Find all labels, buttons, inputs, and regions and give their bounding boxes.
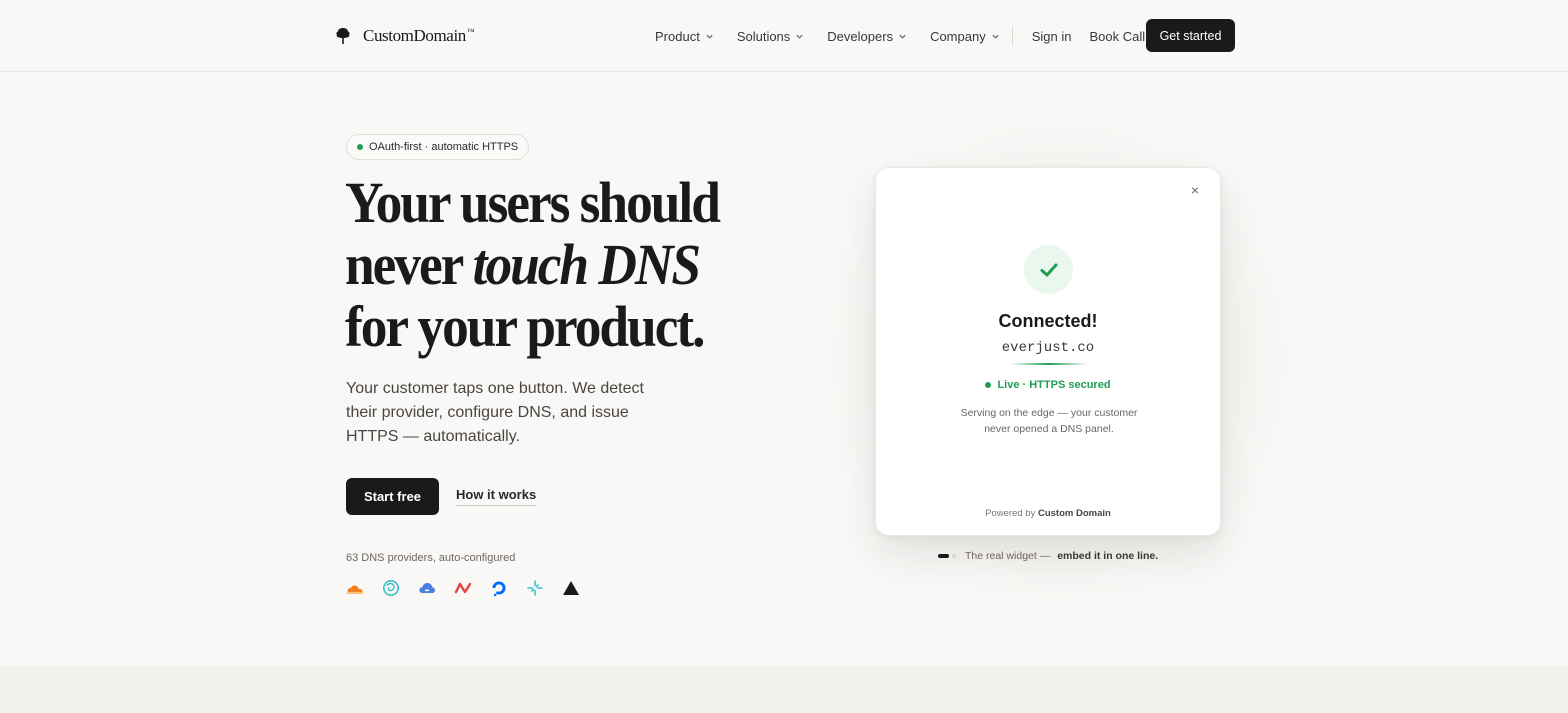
powered-by: Powered by Custom Domain: [876, 508, 1220, 519]
menu-developers[interactable]: Developers: [827, 29, 907, 44]
powered-prefix: Powered by: [985, 508, 1038, 519]
menu-company-label: Company: [930, 28, 986, 44]
menu-divider: [1011, 26, 1013, 46]
status-title: Connected!: [998, 311, 1098, 331]
main-menu: Product Solutions Developers Company Sig…: [655, 26, 1163, 46]
next-section-band: [0, 666, 1568, 713]
chevron-down-icon: [992, 34, 999, 39]
menu-product-label: Product: [655, 28, 700, 44]
powered-brand[interactable]: Custom Domain: [1038, 508, 1111, 519]
chevron-down-icon: [899, 34, 906, 39]
chevron-down-icon: [706, 34, 713, 39]
close-icon[interactable]: ×: [1187, 182, 1203, 198]
headline-line-2a: never: [345, 232, 473, 297]
top-nav: CustomDomain™ Product Solutions Develope…: [0, 0, 1568, 72]
live-dot-icon: [985, 382, 992, 388]
connection-widget: × Connected! everjust.co Live · HTTPS se…: [875, 167, 1221, 536]
caption-emphasis: embed it in one line.: [1057, 550, 1159, 562]
tree-logo-icon: [336, 28, 350, 44]
feature-badge-label: OAuth-first · automatic HTTPS: [369, 141, 519, 153]
domain-underline: [1010, 363, 1088, 365]
provider-logos: [346, 579, 598, 597]
menu-product[interactable]: Product: [655, 29, 714, 44]
widget-caption: The real widget — embed it in one line.: [938, 550, 1158, 562]
live-status-label: Live · HTTPS secured: [997, 379, 1111, 391]
cloudflare-icon[interactable]: [346, 579, 364, 597]
status-dot-icon: [357, 144, 363, 150]
start-free-button[interactable]: Start free: [346, 478, 439, 515]
netlify-n-icon[interactable]: [454, 579, 472, 597]
google-cloud-icon[interactable]: [418, 579, 436, 597]
sign-in-link[interactable]: Sign in: [1032, 29, 1072, 44]
live-status: Live · HTTPS secured: [876, 379, 1220, 391]
digitalocean-swirl-icon[interactable]: [382, 579, 400, 597]
carousel-dot[interactable]: [952, 554, 956, 558]
menu-solutions-label: Solutions: [736, 28, 791, 44]
headline-line-3: for your product.: [345, 294, 705, 359]
carousel-indicator[interactable]: [938, 554, 956, 558]
serving-note: Serving on the edge — your customer neve…: [960, 407, 1138, 435]
chevron-down-icon: [796, 34, 803, 39]
digitalocean-icon[interactable]: [490, 579, 508, 597]
hero-headline: Your users should never touch DNS for yo…: [345, 172, 731, 358]
caption-prefix: The real widget —: [965, 550, 1051, 562]
vercel-icon[interactable]: [562, 579, 580, 597]
how-it-works-link[interactable]: How it works: [456, 487, 537, 506]
checkmark-icon: [1040, 263, 1057, 276]
feature-badge: OAuth-first · automatic HTTPS: [346, 134, 530, 160]
get-started-button[interactable]: Get started: [1146, 19, 1235, 52]
logo-text: CustomDomain™: [363, 26, 475, 45]
squarespace-icon[interactable]: [526, 579, 544, 597]
carousel-dot-active[interactable]: [938, 554, 949, 558]
providers-label: 63 DNS providers, auto-configured: [346, 552, 516, 564]
hero-description: Your customer taps one button. We detect…: [346, 380, 644, 445]
menu-developers-label: Developers: [827, 28, 894, 44]
connected-domain: everjust.co: [1001, 340, 1095, 356]
logo[interactable]: CustomDomain™: [336, 24, 475, 48]
headline-line-1: Your users should: [345, 170, 721, 235]
menu-company[interactable]: Company: [930, 29, 1000, 44]
headline-emphasis: touch DNS: [472, 232, 701, 297]
book-call-link[interactable]: Book Call: [1089, 29, 1145, 44]
success-badge: [1024, 245, 1073, 294]
menu-solutions[interactable]: Solutions: [737, 29, 804, 44]
